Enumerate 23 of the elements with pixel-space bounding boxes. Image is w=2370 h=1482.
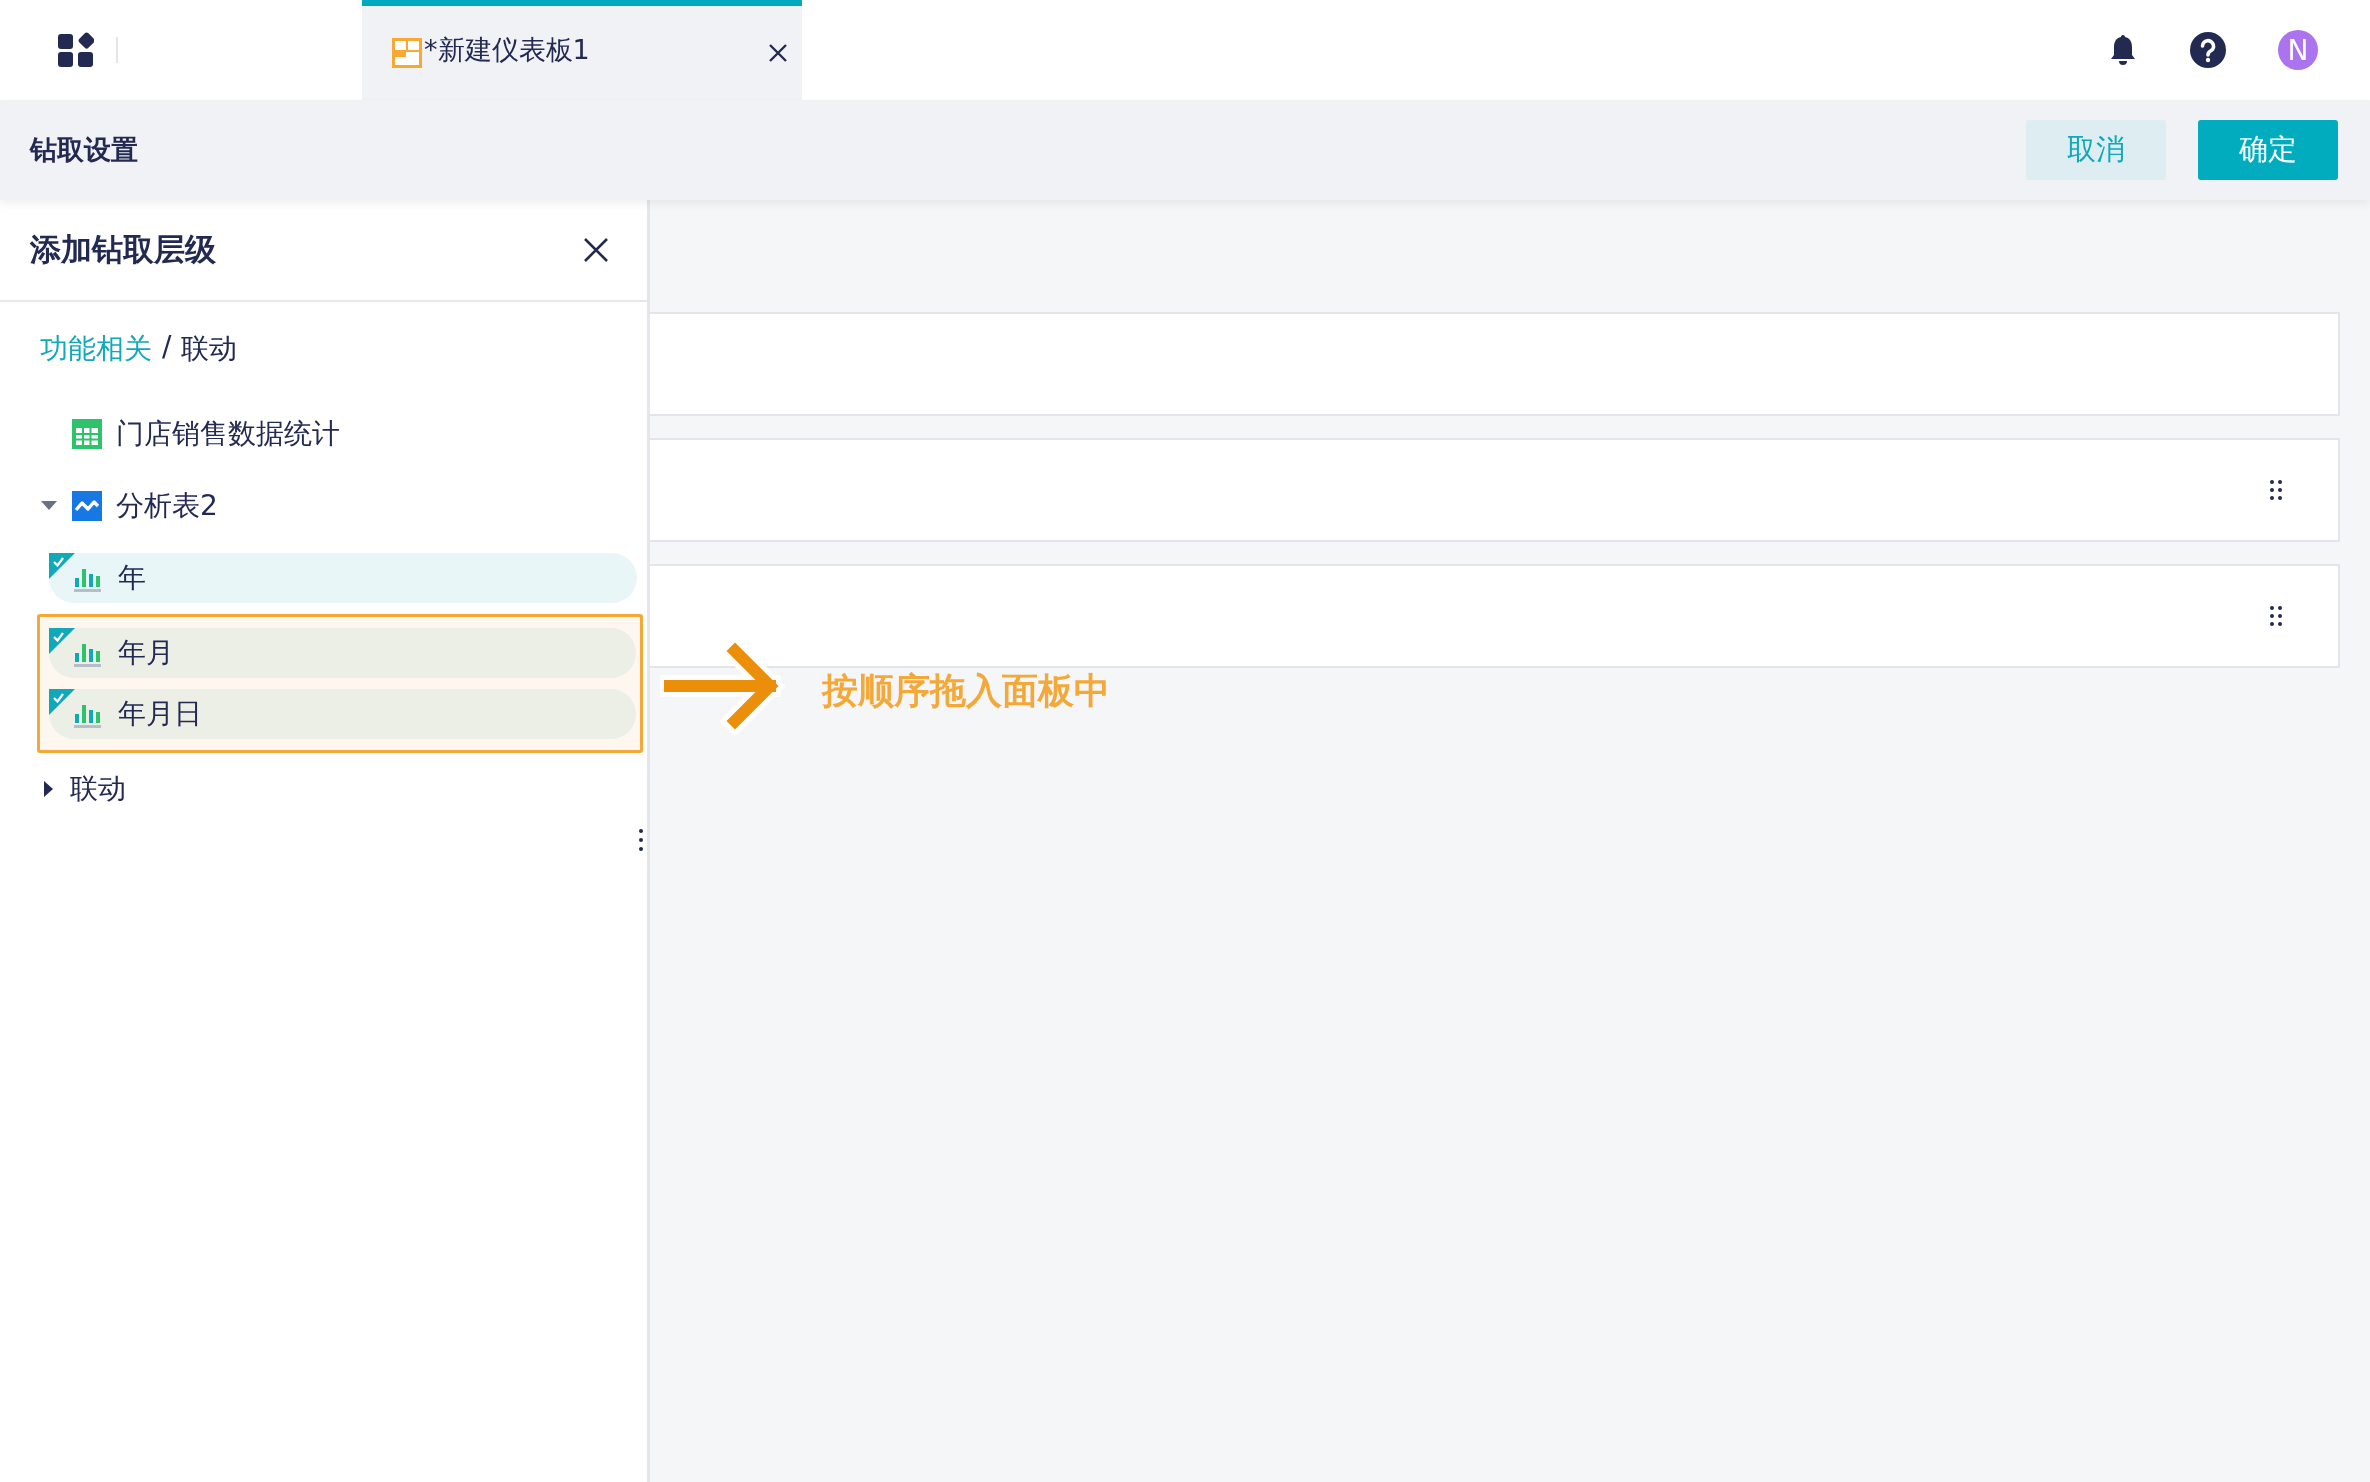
- field-item[interactable]: 年月: [49, 628, 636, 678]
- tree-item[interactable]: 联动: [70, 770, 126, 808]
- tree-item[interactable]: 分析表2: [116, 487, 218, 525]
- hint-text: 按顺序拖入面板中: [822, 668, 1110, 713]
- tab[interactable]: *新建仪表板1: [362, 0, 802, 100]
- table-icon: [72, 419, 102, 449]
- drag-handle-icon[interactable]: [2270, 606, 2282, 626]
- tree-item[interactable]: 门店销售数据统计: [116, 415, 340, 453]
- panel-title: 添加钻取层级: [30, 230, 216, 269]
- page-title: 钻取设置: [30, 133, 138, 167]
- help-icon[interactable]: [2190, 32, 2226, 68]
- more-icon[interactable]: [638, 828, 644, 852]
- bell-icon[interactable]: [2108, 33, 2138, 67]
- close-icon[interactable]: [768, 43, 788, 63]
- field-item[interactable]: 年: [49, 553, 637, 603]
- breadcrumb-separator: /: [162, 330, 172, 365]
- apps-icon[interactable]: [58, 32, 94, 68]
- drag-handle-icon[interactable]: [2270, 480, 2282, 500]
- close-icon[interactable]: [583, 237, 609, 263]
- field-item[interactable]: 年月日: [49, 689, 636, 739]
- dashboard-icon: [392, 38, 422, 68]
- line-chart-icon: [72, 491, 102, 521]
- breadcrumb-item: 联动: [181, 331, 238, 367]
